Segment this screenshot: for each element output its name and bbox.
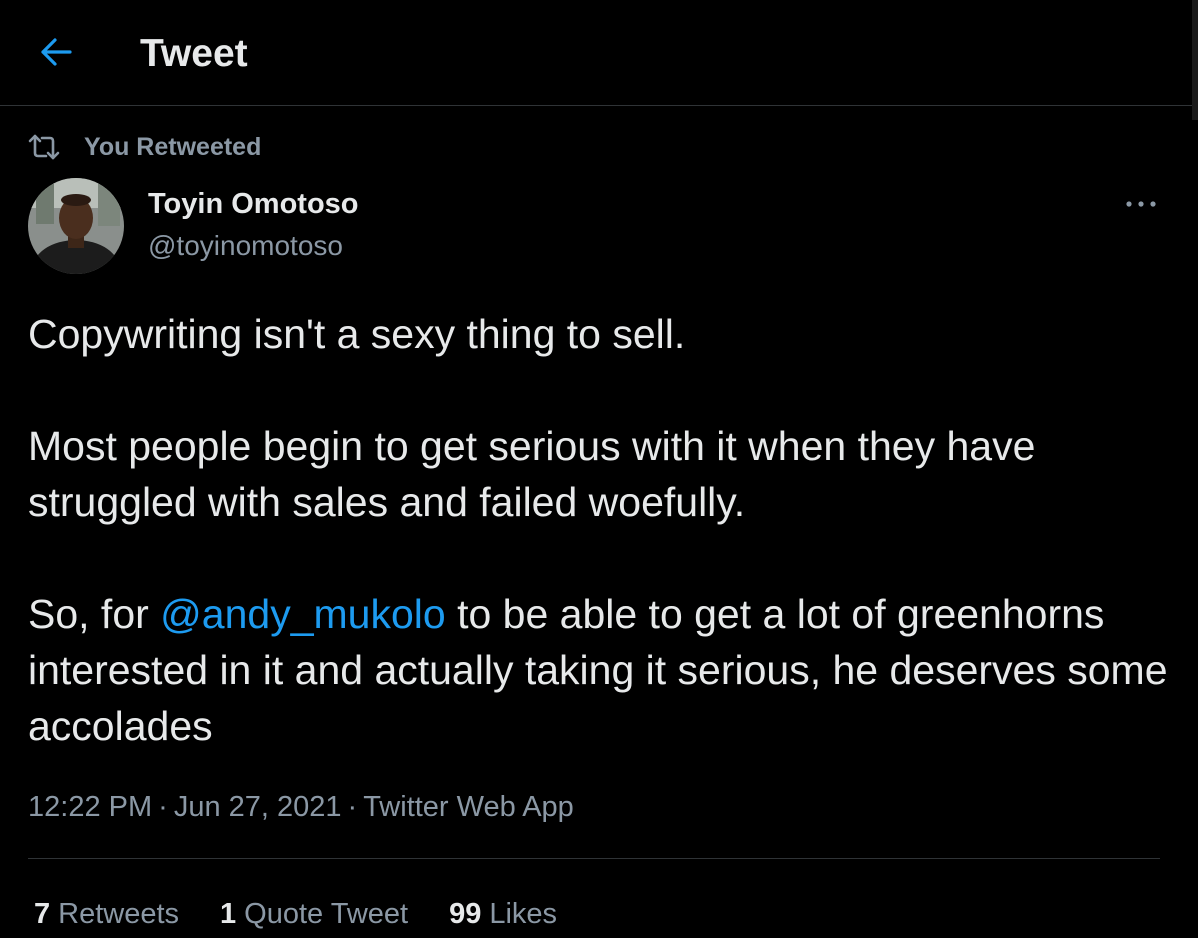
mention-link[interactable]: @andy_mukolo <box>160 591 446 637</box>
tweet-text: Copywriting isn't a sexy thing to sell. … <box>28 306 1168 754</box>
retweets-stat[interactable]: 7 Retweets <box>34 893 179 935</box>
arrow-left-icon <box>39 37 73 72</box>
tweet-text-segment: So, for <box>28 591 161 637</box>
tweet-time[interactable]: 12:22 PM <box>28 791 152 823</box>
likes-label: Likes <box>489 898 558 930</box>
likes-count: 99 <box>449 898 482 930</box>
retweets-label: Retweets <box>58 898 180 930</box>
tweet-source[interactable]: Twitter Web App <box>363 791 574 823</box>
likes-stat[interactable]: 99 Likes <box>449 893 557 935</box>
engagement-stats: 7 Retweets 1 Quote Tweet 99 Likes <box>34 893 598 935</box>
author-handle[interactable]: @toyinomotoso <box>148 228 343 264</box>
avatar[interactable] <box>28 178 124 274</box>
tweet-meta: 12:22 PM · Jun 27, 2021 · Twitter Web App <box>28 786 574 828</box>
page-title: Tweet <box>140 32 248 75</box>
tweet-paragraph: So, for @andy_mukolo to be able to get a… <box>28 586 1168 754</box>
social-context: You Retweeted <box>28 128 261 166</box>
tweet-date[interactable]: Jun 27, 2021 <box>174 791 342 823</box>
retweeted-label[interactable]: You Retweeted <box>84 133 261 162</box>
author-name[interactable]: Toyin Omotoso <box>148 186 359 222</box>
more-button[interactable] <box>1118 186 1164 222</box>
meta-separator: · <box>158 791 168 823</box>
quote-tweets-count: 1 <box>220 898 237 930</box>
retweets-count: 7 <box>34 898 51 930</box>
scrollbar[interactable] <box>1192 0 1198 120</box>
back-button[interactable] <box>28 28 84 80</box>
page-header: Tweet <box>0 0 1198 120</box>
meta-separator: · <box>347 791 358 823</box>
more-horizontal-icon <box>1125 195 1157 213</box>
divider <box>28 858 1160 859</box>
tweet-paragraph: Most people begin to get serious with it… <box>28 423 1036 525</box>
quote-tweets-label: Quote Tweet <box>244 898 409 930</box>
tweet-paragraph: Copywriting isn't a sexy thing to sell. <box>28 311 686 357</box>
retweet-icon <box>28 131 60 163</box>
quote-tweets-stat[interactable]: 1 Quote Tweet <box>220 893 408 935</box>
